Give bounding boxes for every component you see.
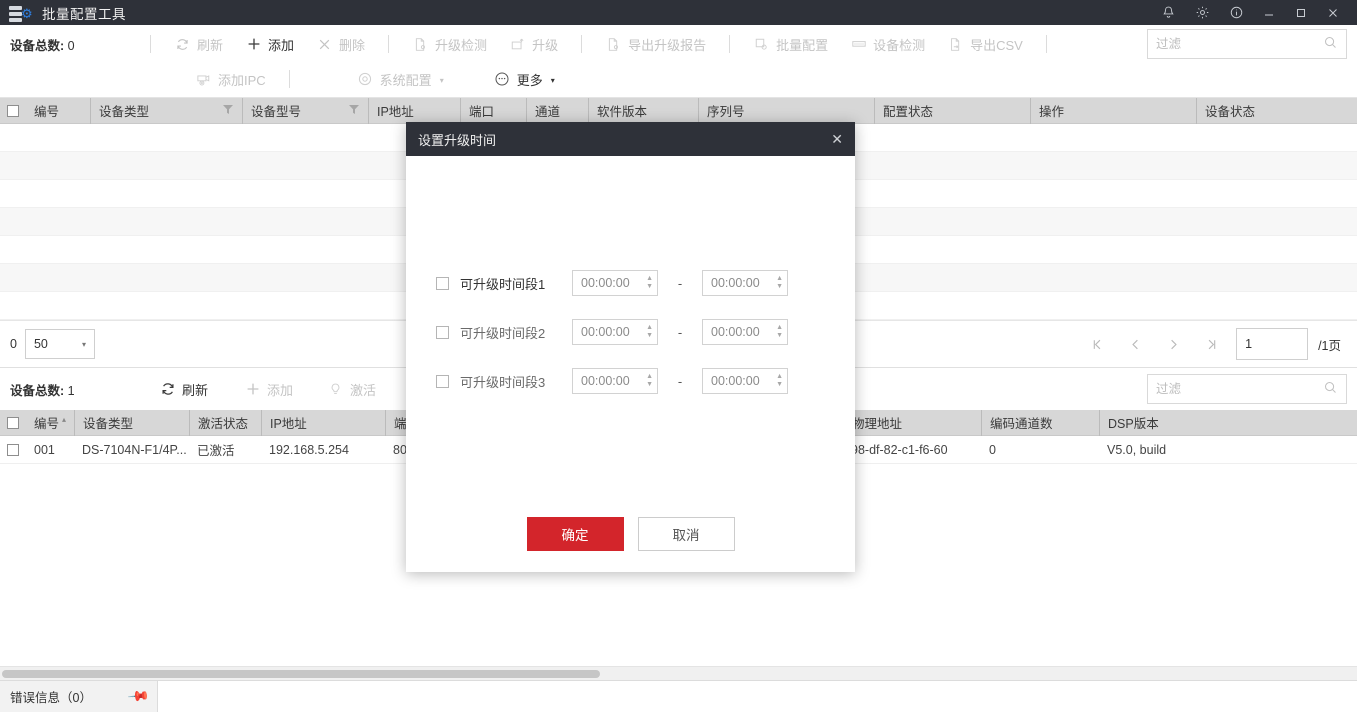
upgrade-period-1-label: 可升级时间段1 [460,276,546,292]
dialog-body: 可升级时间段1 00:00:00 ▲ ▼ - 00:00:00 ▲ ▼ 可升级时间段… [406,156,855,496]
modal-overlay: 设置升级时间 ✕ 可升级时间段1 00:00:00 ▲ ▼ - 00:00:00 … [0,0,1357,712]
spinner-arrows-icon[interactable]: ▲ ▼ [776,373,783,388]
spinner-arrows-icon[interactable]: ▲ ▼ [776,275,783,290]
spinner-arrows-icon[interactable]: ▲ ▼ [646,373,653,388]
upgrade-period-2-end-spinner[interactable]: 00:00:00 ▲ ▼ [702,319,788,345]
spinner-arrows-icon[interactable]: ▲ ▼ [776,324,783,339]
upgrade-period-1-end-spinner[interactable]: 00:00:00 ▲ ▼ [702,270,788,296]
upgrade-period-2-checkbox[interactable] [436,325,449,339]
upgrade-period-row-2: 可升级时间段2 00:00:00 ▲ ▼ - 00:00:00 ▲ ▼ [406,317,855,347]
range-dash-1: - [677,275,683,291]
upgrade-period-3-end-value: 00:00:00 [711,374,760,388]
spinner-arrows-icon[interactable]: ▲ ▼ [646,324,653,339]
dialog-title-bar: 设置升级时间 ✕ [406,122,855,156]
range-dash-3: - [677,373,683,389]
upgrade-period-3-start-value: 00:00:00 [581,374,630,388]
upgrade-period-row-3: 可升级时间段3 00:00:00 ▲ ▼ - 00:00:00 ▲ ▼ [406,366,855,396]
upgrade-period-2-start-spinner[interactable]: 00:00:00 ▲ ▼ [572,319,658,345]
upgrade-period-2-start-value: 00:00:00 [581,325,630,339]
range-dash-2: - [677,324,683,340]
upgrade-period-1-start-spinner[interactable]: 00:00:00 ▲ ▼ [572,270,658,296]
dialog-ok-button[interactable]: 确定 [526,517,624,551]
upgrade-period-2-label: 可升级时间段2 [460,325,546,341]
dialog-close-icon[interactable]: ✕ [831,131,843,148]
upgrade-period-1-end-value: 00:00:00 [711,276,760,290]
upgrade-period-3-label: 可升级时间段3 [460,374,546,390]
upgrade-period-1-start-value: 00:00:00 [581,276,630,290]
spinner-arrows-icon[interactable]: ▲ ▼ [646,275,653,290]
set-upgrade-time-dialog: 设置升级时间 ✕ 可升级时间段1 00:00:00 ▲ ▼ - 00:00:00 … [406,122,855,572]
upgrade-period-row-1: 可升级时间段1 00:00:00 ▲ ▼ - 00:00:00 ▲ ▼ [406,268,855,298]
dialog-cancel-button[interactable]: 取消 [637,517,735,551]
dialog-footer: 确定 取消 [406,496,855,572]
upgrade-period-3-checkbox[interactable] [436,374,449,388]
upgrade-period-1-checkbox[interactable] [436,276,449,290]
dialog-title: 设置升级时间 [418,132,497,148]
upgrade-period-3-end-spinner[interactable]: 00:00:00 ▲ ▼ [702,368,788,394]
upgrade-period-3-start-spinner[interactable]: 00:00:00 ▲ ▼ [572,368,658,394]
upgrade-period-2-end-value: 00:00:00 [711,325,760,339]
